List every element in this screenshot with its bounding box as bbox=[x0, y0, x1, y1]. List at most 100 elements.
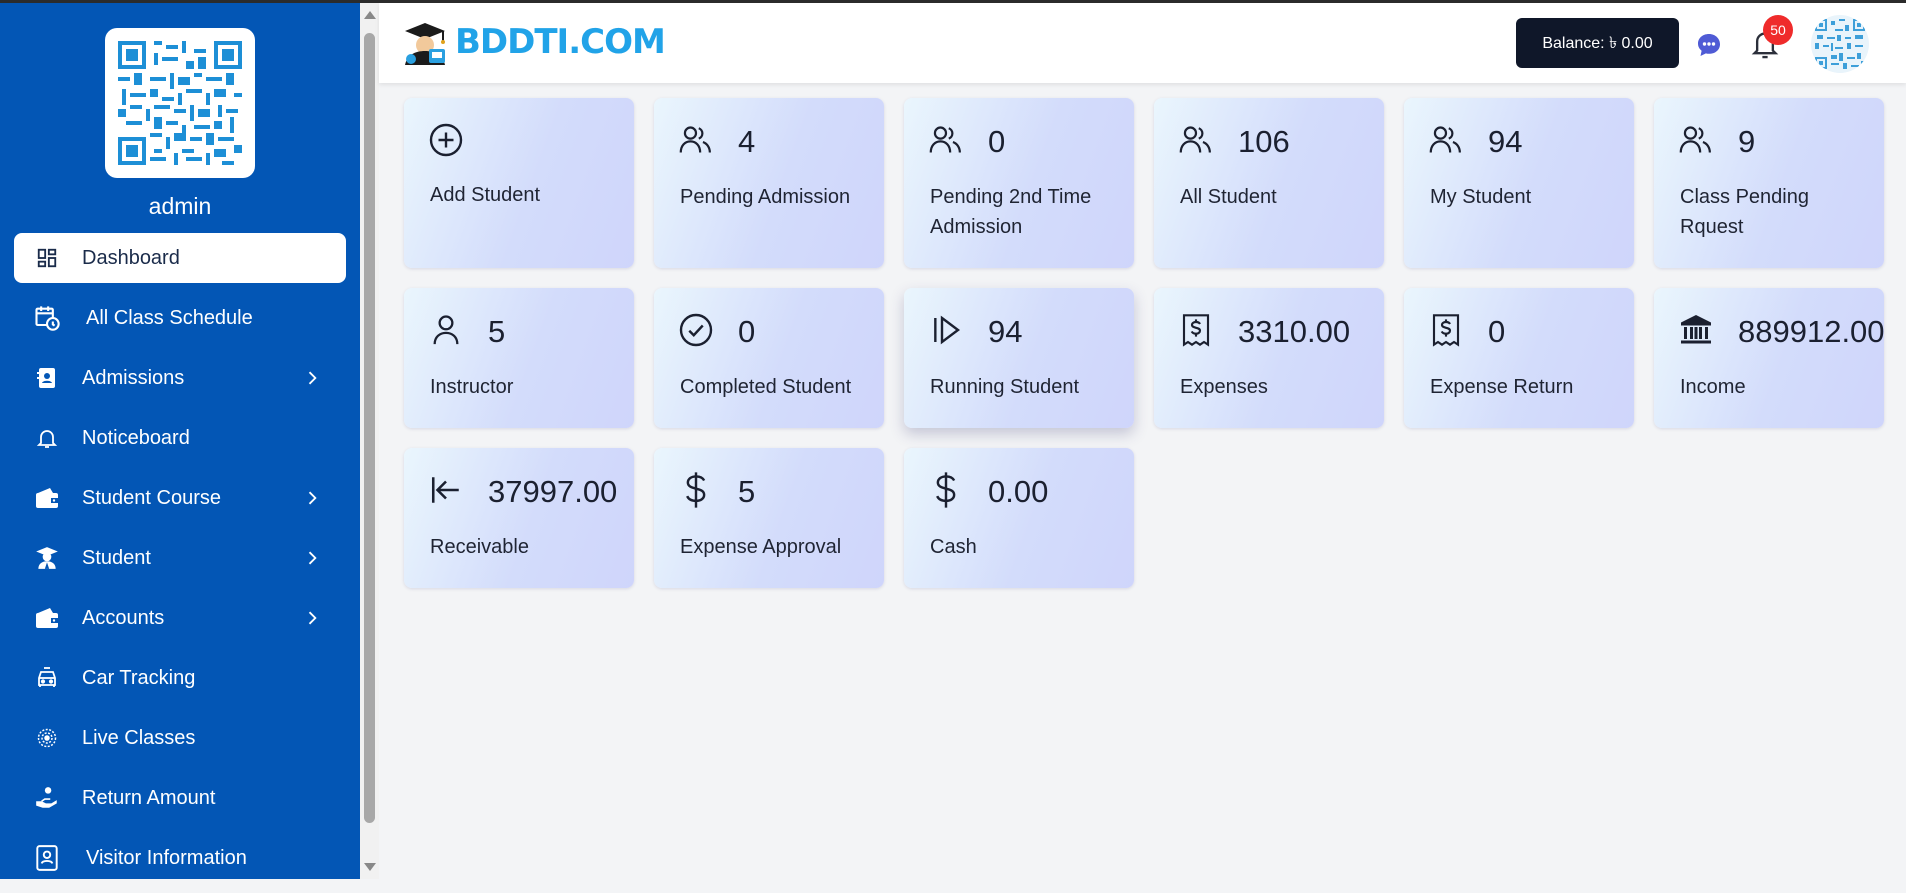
card-label: Receivable bbox=[430, 536, 529, 558]
sidebar-item-student[interactable]: Student bbox=[14, 533, 346, 583]
car-icon bbox=[32, 663, 62, 693]
card-value: 0 bbox=[988, 124, 1006, 159]
card-value: 5 bbox=[738, 474, 756, 509]
sidebar-item-dashboard[interactable]: Dashboard bbox=[14, 233, 346, 283]
balance-button[interactable]: Balance: ৳ 0.00 bbox=[1516, 18, 1679, 68]
card-expenses[interactable]: 3310.00 Expenses bbox=[1154, 288, 1384, 428]
dashboard-grid-icon bbox=[32, 243, 62, 273]
scroll-up-arrow-icon[interactable] bbox=[364, 11, 376, 19]
sidebar-item-return-amount[interactable]: Return Amount bbox=[14, 773, 346, 823]
card-label: My Student bbox=[1430, 186, 1532, 208]
sidebar-item-label: Student Course bbox=[82, 486, 221, 509]
users-icon bbox=[678, 122, 714, 158]
wallet-icon bbox=[32, 483, 62, 513]
chat-bubble-icon[interactable] bbox=[1695, 31, 1723, 59]
sidebar-item-car-tracking[interactable]: Car Tracking bbox=[14, 653, 346, 703]
scrollbar-thumb[interactable] bbox=[364, 33, 375, 823]
users-icon bbox=[1178, 122, 1214, 158]
window-top-border bbox=[0, 0, 1906, 3]
user-icon bbox=[428, 312, 464, 348]
live-broadcast-icon bbox=[32, 723, 62, 753]
plus-circle-icon bbox=[428, 122, 464, 158]
sidebar-item-label: Noticeboard bbox=[82, 426, 190, 449]
card-instructor[interactable]: 5 Instructor bbox=[404, 288, 634, 428]
card-completed-student[interactable]: 0 Completed Student bbox=[654, 288, 884, 428]
sidebar-item-live-classes[interactable]: Live Classes bbox=[14, 713, 346, 763]
arrow-left-bar-icon bbox=[428, 472, 464, 508]
graduate-icon bbox=[32, 543, 62, 573]
card-value: 0.00 bbox=[988, 474, 1049, 509]
wallet-icon bbox=[32, 603, 62, 633]
card-value: 3310.00 bbox=[1238, 314, 1351, 349]
chevron-right-icon bbox=[308, 491, 317, 505]
sidebar-item-noticeboard[interactable]: Noticeboard bbox=[14, 413, 346, 463]
sidebar-item-accounts[interactable]: Accounts bbox=[14, 593, 346, 643]
card-pending-2nd-time-admission[interactable]: 0 Pending 2nd Time Admission bbox=[904, 98, 1134, 268]
card-label: Class Pending Rquest bbox=[1680, 186, 1809, 238]
chevron-right-icon bbox=[308, 611, 317, 625]
card-value: 94 bbox=[1488, 124, 1523, 159]
sidebar-item-label: Admissions bbox=[82, 366, 185, 389]
bank-icon bbox=[1678, 312, 1714, 348]
users-icon bbox=[1678, 122, 1714, 158]
card-label: Expenses bbox=[1180, 376, 1268, 398]
chevron-right-icon bbox=[308, 371, 317, 385]
card-label: Completed Student bbox=[680, 376, 852, 398]
sidebar-item-label: All Class Schedule bbox=[86, 306, 253, 329]
card-value: 9 bbox=[1738, 124, 1756, 159]
notification-count-badge: 50 bbox=[1763, 15, 1793, 45]
card-label: Add Student bbox=[430, 184, 541, 206]
card-add-student[interactable]: Add Student bbox=[404, 98, 634, 268]
scroll-down-arrow-icon[interactable] bbox=[364, 863, 376, 871]
card-value: 889912.00 bbox=[1738, 314, 1885, 349]
card-label: Pending Admission bbox=[680, 186, 851, 208]
calendar-clock-icon bbox=[32, 303, 62, 333]
sidebar-item-admissions[interactable]: Admissions bbox=[14, 353, 346, 403]
sidebar-item-label: Live Classes bbox=[82, 726, 196, 749]
card-label: Running Student bbox=[930, 376, 1080, 398]
card-value: 0 bbox=[738, 314, 756, 349]
card-value: 5 bbox=[488, 314, 506, 349]
sidebar-item-visitor-information[interactable]: Visitor Information bbox=[14, 833, 346, 883]
hand-coin-icon bbox=[32, 783, 62, 813]
card-expense-return[interactable]: 0 Expense Return bbox=[1404, 288, 1634, 428]
card-receivable[interactable]: 37997.00 Receivable bbox=[404, 448, 634, 588]
card-income[interactable]: 889912.00 Income bbox=[1654, 288, 1885, 428]
card-class-pending-request[interactable]: 9 Class Pending Rquest bbox=[1654, 98, 1884, 268]
sidebar-item-all-class-schedule[interactable]: All Class Schedule bbox=[14, 293, 346, 343]
card-label: Instructor bbox=[430, 376, 514, 398]
card-running-student[interactable]: 94 Running Student bbox=[904, 288, 1134, 428]
sidebar: admin Dashboard All Class Schedule Admis… bbox=[0, 3, 360, 879]
card-expense-approval[interactable]: 5 Expense Approval bbox=[654, 448, 884, 588]
qr-code-image bbox=[105, 28, 255, 178]
top-header: BDDTI.COM Balance: ৳ 0.00 50 bbox=[379, 3, 1906, 83]
users-icon bbox=[1428, 122, 1464, 158]
brand-logo[interactable]: BDDTI.COM bbox=[399, 19, 666, 65]
sidebar-item-label: Visitor Information bbox=[86, 846, 247, 869]
sidebar-item-student-course[interactable]: Student Course bbox=[14, 473, 346, 523]
chevron-right-icon bbox=[308, 551, 317, 565]
card-value: 4 bbox=[738, 124, 756, 159]
card-value: 0 bbox=[1488, 314, 1506, 349]
card-my-student[interactable]: 94 My Student bbox=[1404, 98, 1634, 268]
user-avatar[interactable] bbox=[1811, 15, 1869, 73]
card-value: 106 bbox=[1238, 124, 1290, 159]
dollar-icon bbox=[678, 472, 714, 508]
card-label: Income bbox=[1680, 376, 1746, 398]
card-label: Cash bbox=[930, 536, 977, 558]
sidebar-item-label: Accounts bbox=[82, 606, 165, 629]
card-value: 37997.00 bbox=[488, 474, 618, 509]
brand-name: BDDTI.COM bbox=[455, 22, 666, 62]
card-cash[interactable]: 0.00 Cash bbox=[904, 448, 1134, 588]
card-pending-admission[interactable]: 4 Pending Admission bbox=[654, 98, 884, 268]
visitor-book-icon bbox=[32, 843, 62, 873]
card-value: 94 bbox=[988, 314, 1023, 349]
receipt-icon bbox=[1178, 312, 1214, 348]
sidebar-menu: Dashboard All Class Schedule Admissions … bbox=[0, 233, 360, 893]
sidebar-scrollbar[interactable] bbox=[360, 3, 379, 879]
receipt-icon bbox=[1428, 312, 1464, 348]
card-all-student[interactable]: 106 All Student bbox=[1154, 98, 1384, 268]
sidebar-item-label: Return Amount bbox=[82, 786, 216, 809]
contact-card-icon bbox=[32, 363, 62, 393]
check-circle-icon bbox=[678, 312, 714, 348]
